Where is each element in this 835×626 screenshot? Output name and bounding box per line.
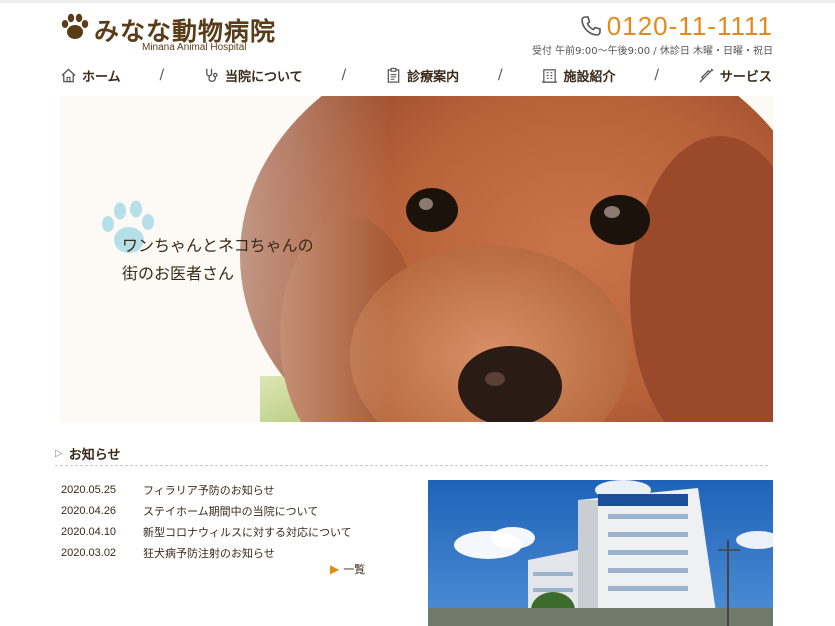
nav-item-home[interactable]: ホーム	[60, 66, 121, 85]
syringe-icon	[699, 67, 714, 83]
news-link[interactable]: 狂犬病予防注射のお知らせ	[143, 545, 275, 561]
news-heading: ▷ お知らせ	[55, 442, 768, 466]
paw-logo-icon	[61, 13, 89, 39]
nav-item-label: 施設紹介	[563, 69, 616, 85]
news-more-link[interactable]: ▶ 一覧	[330, 561, 365, 577]
stethoscope-icon	[206, 68, 218, 82]
hospital-building-photo	[428, 480, 773, 626]
main-nav: ホーム / 当院について / 診療案内 / 施設紹介 / サービス	[60, 63, 772, 87]
phone-number[interactable]: 0120-11-1111	[607, 12, 773, 40]
home-icon	[61, 67, 76, 82]
tagline-line-2: 街のお医者さん	[122, 264, 235, 283]
nav-separator: /	[497, 67, 503, 83]
nav-separator: /	[341, 67, 347, 83]
news-item[interactable]: 2020.05.25 フィラリア予防のお知らせ	[61, 479, 401, 500]
phone-icon	[580, 16, 601, 36]
triangle-right-icon: ▷	[55, 448, 63, 459]
hero-banner: ワンちゃんとネコちゃんの 街のお医者さん	[60, 96, 773, 422]
nav-item-facilities[interactable]: 施設紹介	[541, 66, 616, 85]
tagline-line-1: ワンちゃんとネコちゃんの	[122, 236, 314, 255]
nav-item-label: サービス	[719, 69, 772, 85]
news-item[interactable]: 2020.04.26 ステイホーム期間中の当院について	[61, 500, 401, 521]
site-logo[interactable]: みなな動物病院 Minana Animal Hospital	[60, 12, 305, 56]
nav-item-label: 診療案内	[407, 69, 460, 85]
nav-item-service[interactable]: サービス	[698, 66, 772, 85]
more-label: 一覧	[343, 563, 366, 576]
news-date: 2020.04.26	[61, 504, 117, 517]
news-date: 2020.05.25	[61, 483, 117, 496]
clipboard-icon	[387, 67, 400, 83]
contact-info: 0120-11-1111 受付 午前9:00〜午後9:00 / 休診日 木曜・日…	[532, 12, 773, 57]
nav-separator: /	[159, 67, 165, 83]
nav-item-label: ホーム	[82, 69, 121, 85]
news-title: お知らせ	[68, 448, 121, 463]
logo-subtitle: Minana Animal Hospital	[142, 42, 247, 53]
building-icon	[542, 68, 558, 83]
news-link[interactable]: フィラリア予防のお知らせ	[143, 482, 275, 498]
business-hours: 受付 午前9:00〜午後9:00 / 休診日 木曜・日曜・祝日	[532, 46, 773, 57]
news-item[interactable]: 2020.04.10 新型コロナウィルスに対する対応について	[61, 521, 401, 542]
top-border	[0, 0, 835, 3]
nav-item-about[interactable]: 当院について	[203, 66, 303, 85]
news-link[interactable]: ステイホーム期間中の当院について	[143, 503, 318, 519]
news-item[interactable]: 2020.03.02 狂犬病予防注射のお知らせ	[61, 542, 401, 563]
nav-item-label: 当院について	[225, 69, 303, 85]
hero-tagline: ワンちゃんとネコちゃんの 街のお医者さん	[122, 232, 314, 288]
news-list: 2020.05.25 フィラリア予防のお知らせ 2020.04.26 ステイホー…	[61, 479, 401, 563]
news-link[interactable]: 新型コロナウィルスに対する対応について	[143, 524, 352, 540]
news-date: 2020.04.10	[61, 525, 117, 538]
arrow-right-icon: ▶	[330, 562, 340, 576]
nav-separator: /	[654, 67, 660, 83]
nav-item-services-guide[interactable]: 診療案内	[385, 66, 459, 85]
news-date: 2020.03.02	[61, 546, 117, 559]
